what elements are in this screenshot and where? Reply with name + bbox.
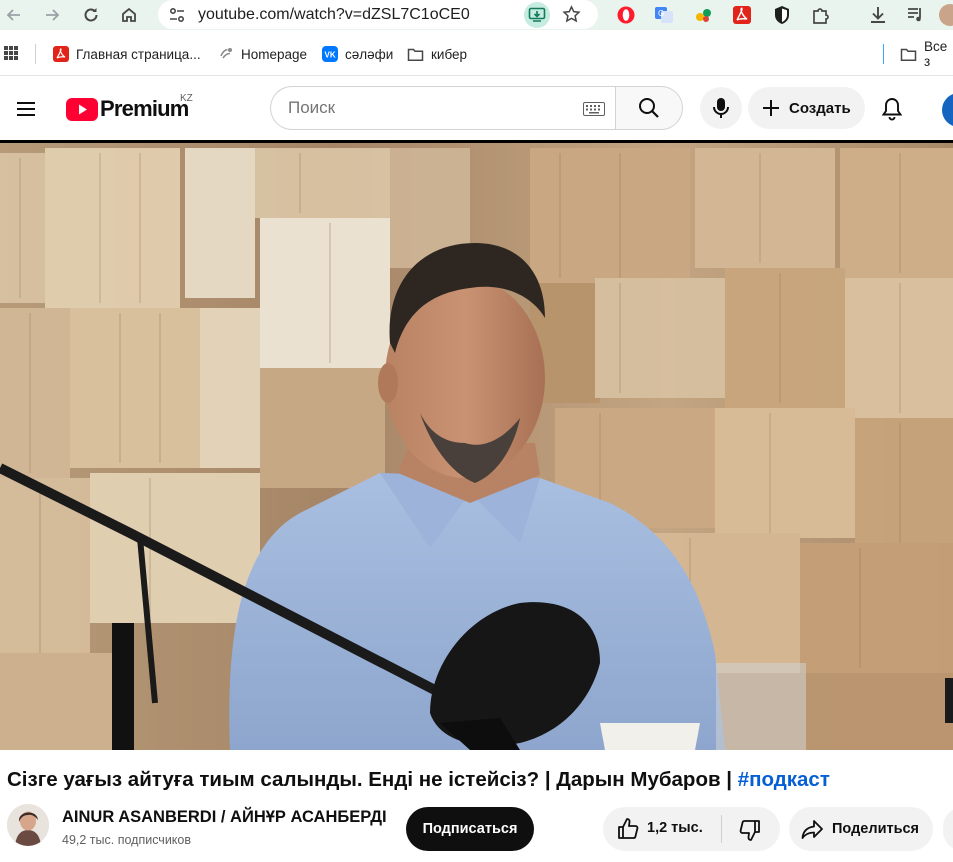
video-frame <box>0 143 953 750</box>
account-avatar-button[interactable] <box>942 93 953 127</box>
youtube-logo[interactable]: Premium KZ <box>66 93 196 126</box>
bookmark-item-main-page[interactable]: Главная страница... <box>52 44 201 64</box>
homepage-icon <box>217 46 234 63</box>
reload-icon <box>84 8 98 22</box>
svg-text:VK: VK <box>324 51 335 60</box>
bookmark-label: Homepage <box>241 46 308 62</box>
channel-avatar[interactable] <box>7 804 49 846</box>
opera-icon <box>617 6 635 24</box>
acrobat-icon <box>733 6 751 24</box>
translate-extension[interactable]: G <box>652 3 676 27</box>
thumbs-down-icon <box>739 820 760 841</box>
channel-name[interactable]: AINUR ASANBERDI / АЙНҰР АСАНБЕРДІ <box>62 808 387 827</box>
install-app-icon <box>528 7 546 22</box>
back-arrow-icon <box>6 9 20 21</box>
subscribe-button[interactable]: Подписаться <box>406 807 534 851</box>
back-button[interactable] <box>2 3 26 27</box>
home-icon <box>122 7 136 22</box>
address-bar[interactable]: youtube.com/watch?v=dZSL7C1oCE0 <box>158 0 598 29</box>
media-queue-icon <box>908 8 921 22</box>
media-control-button[interactable] <box>904 3 928 27</box>
bookmark-item-all[interactable]: Все з <box>900 39 953 69</box>
bookmarks-separator <box>35 44 36 64</box>
url-text: youtube.com/watch?v=dZSL7C1oCE0 <box>198 6 470 23</box>
search-icon <box>639 98 659 118</box>
bell-icon <box>881 98 903 121</box>
like-button[interactable]: 1,2 тыс. <box>603 807 721 851</box>
svg-text:G: G <box>658 9 664 18</box>
microphone-icon <box>713 98 729 118</box>
bookmark-label: сәләфи <box>345 46 394 62</box>
search-button[interactable] <box>615 86 683 130</box>
subscriber-count: 49,2 тыс. подписчиков <box>62 833 192 847</box>
bookmark-label: кибер <box>431 46 468 62</box>
keyboard-icon[interactable] <box>583 102 605 116</box>
create-label: Создать <box>789 99 851 117</box>
puzzle-icon <box>813 8 829 24</box>
bookmark-item-homepage[interactable]: Homepage <box>217 44 307 64</box>
download-icon <box>871 7 885 23</box>
color-dots-icon <box>696 9 711 22</box>
shield-icon <box>775 6 789 24</box>
video-player[interactable] <box>0 143 953 750</box>
share-label: Поделиться <box>832 821 920 837</box>
notifications-button[interactable] <box>880 96 914 124</box>
pdf-icon <box>52 46 69 63</box>
create-button[interactable]: Создать <box>748 87 865 129</box>
browser-toolbar: youtube.com/watch?v=dZSL7C1oCE0 G <box>0 0 953 30</box>
folder-icon <box>407 46 424 63</box>
bookmark-label: Главная страница... <box>76 46 201 62</box>
thumbs-up-icon <box>618 818 639 839</box>
voice-search-button[interactable] <box>700 87 742 129</box>
site-settings-icon[interactable] <box>168 6 186 24</box>
plus-icon <box>763 100 779 116</box>
profile-avatar[interactable] <box>938 3 953 27</box>
folder-icon <box>900 46 917 63</box>
bookmarks-overflow-separator <box>883 44 884 64</box>
vk-icon: VK <box>321 46 338 63</box>
bookmark-item-salafi[interactable]: VK сәләфи <box>321 44 393 64</box>
like-count: 1,2 тыс. <box>647 820 703 836</box>
share-button[interactable]: Поделиться <box>789 807 933 851</box>
extensions-button[interactable] <box>808 3 832 27</box>
channel-avatar-image <box>7 804 49 846</box>
guide-menu-button[interactable] <box>14 97 42 121</box>
like-dislike-group: 1,2 тыс. <box>603 807 780 851</box>
profile-picture-icon <box>939 4 953 26</box>
shield-extension[interactable] <box>770 3 794 27</box>
search-placeholder: Поиск <box>288 98 336 117</box>
colors-extension[interactable] <box>692 3 716 27</box>
youtube-masthead: Premium KZ Поиск Создать <box>0 77 953 143</box>
reload-button[interactable] <box>79 3 103 27</box>
share-arrow-icon <box>801 820 823 839</box>
video-title-text: Сізге уағыз айтуға тиым салынды. Енді не… <box>7 768 738 791</box>
forward-arrow-icon <box>46 9 60 21</box>
hashtag-link[interactable]: #подкаст <box>738 768 830 791</box>
forward-button[interactable] <box>40 3 64 27</box>
home-button[interactable] <box>117 3 141 27</box>
downloads-button[interactable] <box>866 3 890 27</box>
dislike-button[interactable] <box>722 807 780 851</box>
more-actions-button[interactable] <box>943 807 953 851</box>
translate-icon: G <box>655 7 673 23</box>
bookmark-label: Все з <box>924 39 948 69</box>
video-title: Сізге уағыз айтуға тиым салынды. Енді не… <box>7 768 830 792</box>
pdf-extension[interactable] <box>730 3 754 27</box>
opera-extension[interactable] <box>614 3 638 27</box>
bookmarks-bar: Главная страница... Homepage VK сәләфи к… <box>0 30 953 76</box>
apps-grid-icon[interactable] <box>3 45 19 61</box>
bookmark-star-icon[interactable] <box>562 5 581 24</box>
bookmark-item-kiber[interactable]: кибер <box>407 44 467 64</box>
cast-button[interactable] <box>524 2 550 28</box>
youtube-play-logo-icon <box>66 98 98 121</box>
region-code: KZ <box>180 93 193 104</box>
logo-text: Premium <box>100 96 189 121</box>
hamburger-menu-icon <box>17 102 35 116</box>
search-input[interactable]: Поиск <box>270 86 615 130</box>
